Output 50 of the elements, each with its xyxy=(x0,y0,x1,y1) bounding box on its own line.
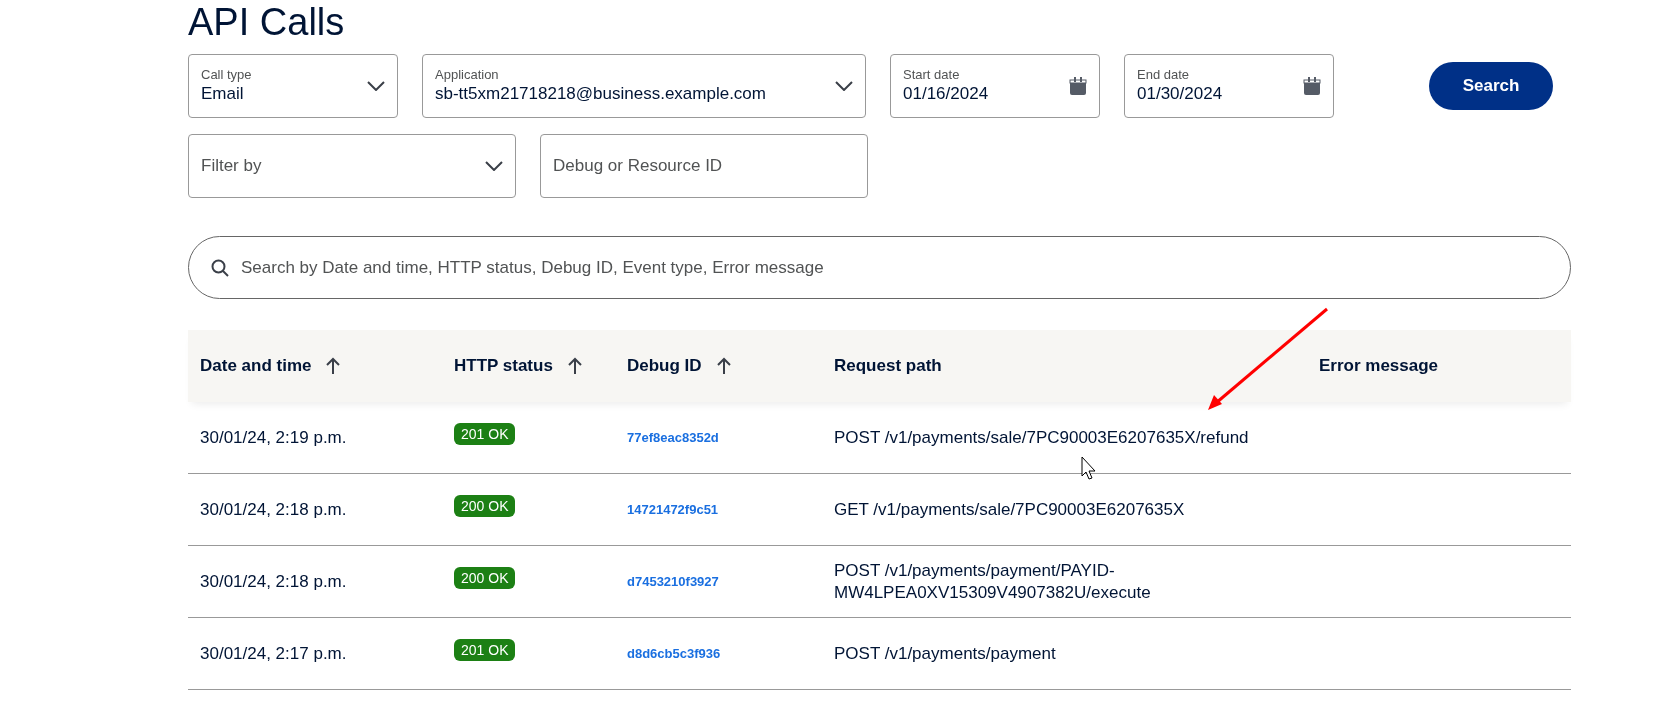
column-header: Request path xyxy=(834,356,942,376)
debug-id-link[interactable]: d8d6cb5c3f936 xyxy=(627,646,721,661)
search-icon xyxy=(211,258,229,277)
field-value: 01/16/2024 xyxy=(903,83,990,105)
debug-id-link[interactable]: 77ef8eac8352d xyxy=(627,430,719,445)
field-label: Application xyxy=(435,67,500,83)
table-cell-text: POST /v1/payments/payment xyxy=(833,642,1057,665)
date-field[interactable]: End date 01/30/2024 xyxy=(1124,54,1334,118)
page-title: API Calls xyxy=(188,0,346,44)
sort-arrow-icon[interactable] xyxy=(715,357,732,375)
column-header: Date and time xyxy=(200,356,312,376)
calendar-icon xyxy=(1069,76,1087,96)
status-badge: 200 OK xyxy=(454,494,516,517)
date-field[interactable]: Start date 01/16/2024 xyxy=(890,54,1100,118)
input-field[interactable]: Debug or Resource ID xyxy=(540,134,868,198)
chevron-down-icon xyxy=(835,81,853,91)
field-value: 01/30/2024 xyxy=(1137,83,1224,105)
field-label: End date xyxy=(1137,67,1191,83)
table-cell-text: 30/01/24, 2:18 p.m. xyxy=(199,570,348,593)
select-field[interactable]: Application sb-tt5xm21718218@business.example.com xyxy=(422,54,866,118)
table-cell-text: POST /v1/payments/sale/7PC90003E6207635X/refund xyxy=(833,426,1250,449)
chevron-down-icon xyxy=(367,81,385,91)
cursor-icon xyxy=(1081,456,1096,480)
select-field[interactable]: Call type Email xyxy=(188,54,398,118)
field-placeholder: Debug or Resource ID xyxy=(553,156,724,176)
search-button[interactable]: Search xyxy=(1429,62,1553,110)
status-badge: 201 OK xyxy=(454,638,516,661)
table-cell-text: 30/01/24, 2:18 p.m. xyxy=(199,498,348,521)
debug-id-link[interactable]: 14721472f9c51 xyxy=(627,502,719,517)
sort-arrow-icon[interactable] xyxy=(325,357,342,375)
status-badge: 201 OK xyxy=(454,422,516,445)
search-placeholder: Search by Date and time, HTTP status, Debug ID, Event type, Error message xyxy=(241,257,824,278)
status-badge: 200 OK xyxy=(454,566,516,589)
debug-id-link[interactable]: d7453210f3927 xyxy=(627,574,719,589)
calendar-icon xyxy=(1303,76,1321,96)
table-cell-text: GET /v1/payments/sale/7PC90003E6207635X xyxy=(833,498,1186,521)
table-cell-text: 30/01/24, 2:19 p.m. xyxy=(199,426,348,449)
table-cell-text: POST /v1/payments/payment/PAYID-MW4LPEA0XV15309V4907382U/execute xyxy=(833,559,1152,604)
field-value: sb-tt5xm21718218@business.example.com xyxy=(435,83,767,105)
select-field[interactable]: Filter by xyxy=(188,134,516,198)
field-value: Email xyxy=(201,83,245,105)
sort-arrow-icon[interactable] xyxy=(566,357,583,375)
table-cell-text: 30/01/24, 2:17 p.m. xyxy=(199,642,348,665)
field-label: Start date xyxy=(903,67,961,83)
column-header: Debug ID xyxy=(627,356,702,376)
field-placeholder: Filter by xyxy=(201,156,263,176)
field-label: Call type xyxy=(201,67,253,83)
column-header: HTTP status xyxy=(454,356,553,376)
chevron-down-icon xyxy=(485,161,503,171)
column-header: Error message xyxy=(1319,356,1439,376)
